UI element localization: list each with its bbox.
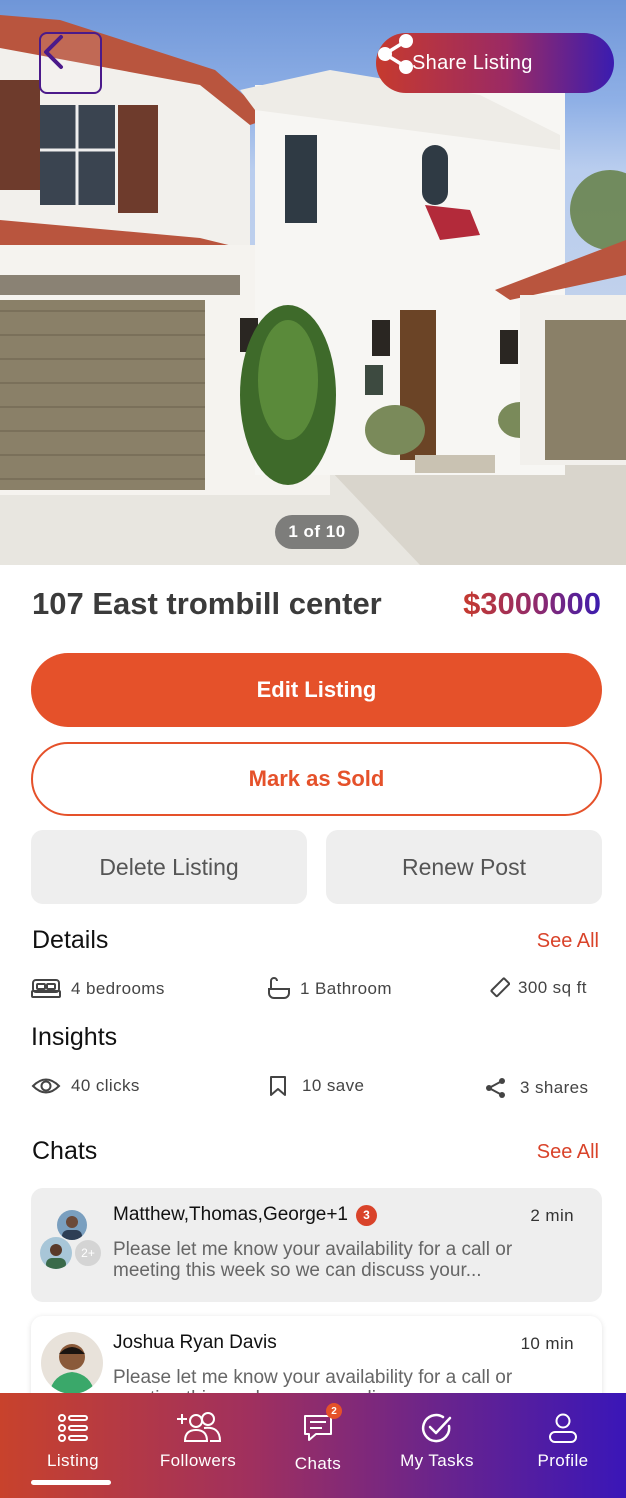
nav-item-profile[interactable]: Profile [524, 1393, 602, 1498]
listing-price: $3000000 [463, 586, 601, 621]
chat-name-label: Joshua Ryan Davis [113, 1332, 277, 1353]
details-heading: Details [32, 926, 109, 954]
details-see-all-link[interactable]: See All [537, 930, 599, 953]
active-tab-indicator [31, 1480, 111, 1485]
saves-stat: 10 save [268, 1075, 364, 1097]
area-label: 300 sq ft [518, 978, 587, 997]
nav-label: My Tasks [400, 1451, 474, 1470]
chat-name-label: Matthew,Thomas,George+1 [113, 1204, 348, 1225]
share-listing-button[interactable]: Share Listing [376, 33, 614, 93]
chats-see-all-link[interactable]: See All [537, 1141, 599, 1164]
back-button[interactable] [39, 32, 102, 94]
clicks-label: 40 clicks [71, 1076, 140, 1095]
list-icon [57, 1411, 89, 1445]
nav-label: Profile [537, 1451, 589, 1470]
chats-unread-badge: 2 [326, 1403, 342, 1419]
edit-listing-button[interactable]: Edit Listing [31, 653, 602, 727]
avatar [40, 1237, 72, 1269]
share-listing-label: Share Listing [412, 51, 533, 74]
nav-label: Followers [159, 1451, 237, 1470]
clicks-stat: 40 clicks [31, 1075, 140, 1097]
bathtub-icon [268, 977, 290, 999]
shares-stat: 3 shares [484, 1076, 588, 1100]
nav-item-chats[interactable]: 2 Chats [282, 1393, 354, 1498]
area-stat: 300 sq ft [490, 977, 587, 999]
saves-label: 10 save [302, 1076, 365, 1095]
nav-label: Listing [47, 1451, 99, 1470]
chevron-left-icon [44, 35, 63, 69]
share-icon [378, 34, 413, 74]
mark-as-sold-button[interactable]: Mark as Sold [31, 742, 602, 816]
insights-heading: Insights [31, 1023, 118, 1051]
unread-badge: 3 [356, 1204, 377, 1226]
chat-preview: Please let me know your availability for… [113, 1239, 513, 1281]
bed-icon [31, 979, 61, 998]
bedrooms-label: 4 bedrooms [71, 979, 165, 998]
photo-counter: 1 of 10 [275, 515, 359, 549]
user-icon [548, 1411, 578, 1445]
ruler-icon [490, 977, 510, 998]
avatar [57, 1210, 87, 1240]
avatar [41, 1332, 103, 1394]
chat-time: 2 min [530, 1206, 574, 1225]
eye-icon [31, 1078, 61, 1094]
chat-time: 10 min [520, 1334, 574, 1353]
nav-item-my-tasks[interactable]: My Tasks [392, 1393, 482, 1498]
chat-participants: Joshua Ryan Davis [113, 1332, 277, 1354]
chat-icon: 2 [302, 1403, 342, 1445]
bedrooms-stat: 4 bedrooms [31, 977, 165, 1001]
delete-listing-button[interactable]: Delete Listing [31, 830, 307, 904]
check-circle-icon [421, 1411, 453, 1445]
bathroom-label: 1 Bathroom [300, 979, 392, 998]
more-participants-badge: 2+ [73, 1238, 103, 1268]
renew-post-button[interactable]: Renew Post [326, 830, 602, 904]
listing-photo[interactable]: Share Listing 1 of 10 [0, 0, 626, 565]
followers-icon [174, 1411, 222, 1445]
nav-label: Chats [294, 1454, 342, 1473]
bathroom-stat: 1 Bathroom [268, 977, 392, 1001]
listing-title: 107 East trombill center [32, 586, 382, 621]
shares-label: 3 shares [520, 1078, 589, 1097]
chat-item[interactable]: 2+ Matthew,Thomas,George+1 3 2 min Pleas… [31, 1188, 602, 1302]
share-icon [486, 1078, 505, 1098]
bookmark-icon [270, 1076, 286, 1096]
chats-heading: Chats [32, 1137, 98, 1165]
chat-participants: Matthew,Thomas,George+1 3 [113, 1204, 377, 1226]
nav-item-followers[interactable]: Followers [150, 1393, 246, 1498]
